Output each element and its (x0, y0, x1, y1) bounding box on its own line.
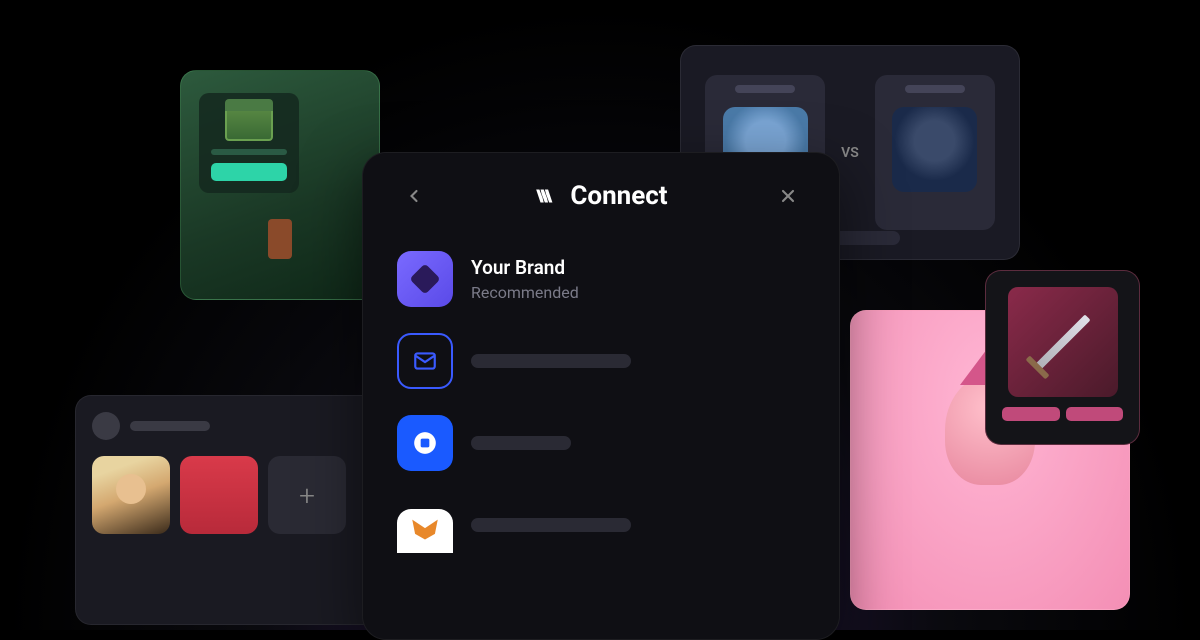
coinbase-icon (412, 430, 438, 456)
placeholder-bar (211, 149, 287, 155)
email-wallet-icon (397, 333, 453, 389)
placeholder-bar (735, 85, 795, 93)
wallet-option-metamask[interactable] (397, 497, 805, 553)
coinbase-wallet-icon (397, 415, 453, 471)
placeholder-bar (905, 85, 965, 93)
profile-avatar-placeholder (92, 412, 120, 440)
plus-icon: + (299, 479, 315, 512)
metamask-wallet-icon (397, 509, 453, 553)
chest-action-button (211, 163, 287, 181)
back-button[interactable] (397, 179, 431, 213)
fighter-right (875, 75, 995, 230)
fighter-avatar-2 (892, 107, 977, 192)
sword-icon (1035, 314, 1090, 369)
chest-icon (225, 105, 273, 141)
brand-wallet-icon (397, 251, 453, 307)
game-card-forest (180, 70, 380, 300)
close-icon (778, 186, 798, 206)
placeholder-bar (1002, 407, 1060, 421)
modal-title: Connect (570, 181, 667, 211)
placeholder-bar (1066, 407, 1124, 421)
placeholder-bar (130, 421, 210, 431)
avatar-option-1 (92, 456, 170, 534)
vs-label: VS (841, 145, 859, 161)
profile-card: + (75, 395, 405, 625)
metamask-icon (408, 514, 442, 548)
add-avatar-button: + (268, 456, 346, 534)
wallet-name: Your Brand (471, 256, 579, 279)
chest-popup (199, 93, 299, 193)
chevron-left-icon (404, 186, 424, 206)
placeholder-bar (471, 518, 631, 532)
item-card-sword (985, 270, 1140, 445)
placeholder-bar (471, 436, 571, 450)
wallet-subtitle: Recommended (471, 283, 579, 302)
placeholder-bar (471, 354, 631, 368)
thirdweb-logo-icon (534, 183, 560, 209)
wallet-option-email[interactable] (397, 333, 805, 389)
close-button[interactable] (771, 179, 805, 213)
modal-title-wrap: Connect (534, 181, 667, 211)
avatar-option-2 (180, 456, 258, 534)
sword-thumbnail (1008, 287, 1118, 397)
adventurer-sprite (268, 219, 292, 259)
wallet-option-coinbase[interactable] (397, 415, 805, 471)
mail-icon (412, 348, 438, 374)
modal-header: Connect (397, 179, 805, 213)
wallet-option-brand[interactable]: Your Brand Recommended (397, 251, 805, 307)
connect-modal: Connect Your Brand Recommended (362, 152, 840, 640)
